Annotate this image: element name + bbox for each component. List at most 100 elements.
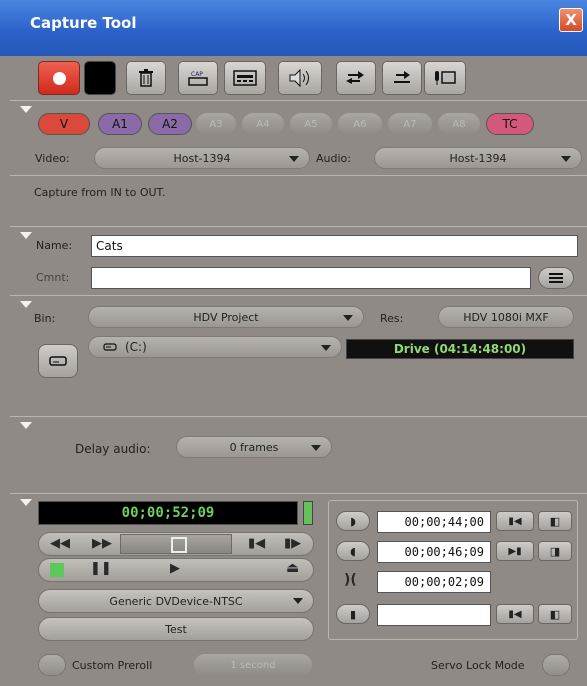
audio-label: Audio: (316, 152, 351, 165)
track-button-a8[interactable]: A8 (438, 113, 480, 135)
delay-audio-dropdown[interactable]: 0 frames (176, 436, 332, 458)
mark-out-button[interactable]: ◖ (336, 541, 370, 561)
delay-audio-label: Delay audio: (75, 442, 151, 456)
audio-mark-button[interactable]: ▮ (336, 604, 370, 624)
delay-audio-value: 0 frames (229, 440, 279, 454)
collapse-triangle-icon[interactable] (20, 499, 32, 506)
track-button-a6[interactable]: A6 (338, 113, 382, 135)
collapse-triangle-icon[interactable] (20, 106, 32, 113)
collapse-triangle-icon[interactable] (20, 301, 32, 308)
trash-button[interactable] (126, 61, 166, 95)
go-to-out-button[interactable]: ▶▮ (496, 541, 534, 561)
comment-menu-button[interactable] (538, 267, 574, 289)
pause-button[interactable]: ❚❚ (90, 561, 112, 576)
name-field[interactable]: Cats (91, 235, 578, 257)
deck-device-dropdown[interactable]: Generic DVDevice-NTSC (38, 589, 314, 613)
disk-icon (103, 343, 117, 351)
go-to-in-button[interactable]: ▮◀ (496, 511, 534, 531)
target-drive-button[interactable] (38, 344, 78, 378)
go-to-out-icon: ▶▮ (508, 545, 522, 557)
deck-panel: 00;00;52;09 ◀◀ ▶▶ ▮◀ ▮▶ ❚❚ ▶ ⏏ Generic D… (10, 493, 587, 686)
step-back-button[interactable]: ▮◀ (248, 536, 265, 551)
collapse-triangle-icon[interactable] (20, 422, 32, 429)
audio-button[interactable] (278, 61, 322, 95)
shuttle-left-icon (346, 71, 364, 84)
mark-in-button[interactable]: ◗ (336, 511, 370, 531)
clear-audio-button[interactable]: ◧ (538, 604, 572, 624)
video-source-value: Host-1394 (173, 151, 231, 165)
clear-out-button[interactable]: ◨ (538, 541, 572, 561)
audio-icon (289, 68, 309, 88)
step-forward-button[interactable]: ▮▶ (284, 536, 301, 551)
deck-button[interactable] (224, 61, 266, 95)
record-indicator-icon[interactable] (50, 563, 64, 577)
disk-icon (49, 356, 67, 366)
comment-field[interactable] (91, 267, 531, 289)
drive-status-text: Drive (04:14:48:00) (393, 342, 527, 356)
play-button[interactable]: ▶ (170, 561, 180, 576)
collapse-triangle-icon[interactable] (20, 232, 32, 239)
track-button-a1[interactable]: A1 (98, 113, 142, 135)
test-label: Test (165, 622, 187, 636)
record-button[interactable] (38, 61, 80, 95)
mark-out-field[interactable]: 00;00;46;09 (377, 541, 491, 563)
stop-button[interactable] (84, 61, 116, 95)
clear-in-button[interactable]: ◧ (538, 511, 572, 531)
level-meter (303, 501, 313, 525)
video-source-dropdown[interactable]: Host-1394 (94, 147, 310, 169)
shuttle-right-icon (394, 71, 410, 83)
test-button[interactable]: Test (38, 617, 314, 641)
track-button-tc[interactable]: TC (486, 113, 534, 135)
audio-mark-field[interactable] (377, 604, 491, 626)
bin-dropdown[interactable]: HDV Project (88, 306, 364, 328)
servo-lock-toggle[interactable] (542, 654, 570, 676)
res-dropdown[interactable]: HDV 1080i MXF (438, 306, 574, 328)
bin-value: HDV Project (193, 310, 259, 324)
drive-dropdown[interactable]: (C:) (88, 336, 342, 358)
clear-out-icon: ◨ (549, 544, 561, 558)
eject-button[interactable]: ⏏ (286, 560, 299, 576)
drive-status: Drive (04:14:48:00) (346, 339, 574, 359)
track-button-a2[interactable]: A2 (148, 113, 192, 135)
shuttle-right-button[interactable] (382, 61, 422, 95)
capture-mode-button[interactable]: CAP (178, 61, 218, 95)
timecode-display: 00;00;52;09 (38, 501, 298, 525)
track-button-a5[interactable]: A5 (290, 113, 332, 135)
track-button-a7[interactable]: A7 (388, 113, 432, 135)
audio-source-value: Host-1394 (449, 151, 507, 165)
preroll-value: 1 second (230, 659, 276, 671)
duration-field[interactable]: 00;00;02;09 (377, 571, 491, 593)
status-message: Capture from IN to OUT. (34, 186, 166, 199)
mark-in-icon: ◗ (350, 514, 356, 528)
preroll-dropdown[interactable]: 1 second (194, 654, 312, 676)
mark-in-field[interactable]: 00;00;44;00 (377, 511, 491, 533)
track-button-a4[interactable]: A4 (242, 113, 284, 135)
deck-device-value: Generic DVDevice-NTSC (109, 594, 243, 608)
rewind-button[interactable]: ◀◀ (50, 536, 70, 551)
timecode-value: 00;00;52;09 (121, 505, 215, 521)
custom-preroll-label: Custom Preroll (72, 659, 153, 672)
bin-panel: Bin: HDV Project Res: HDV 1080i MXF (C:)… (10, 295, 587, 415)
clear-audio-icon: ◧ (549, 607, 561, 621)
shuttle-left-button[interactable] (336, 61, 376, 95)
stop-square-icon (171, 537, 187, 553)
track-button-a3[interactable]: A3 (196, 113, 236, 135)
mic-icon (435, 71, 456, 85)
delay-panel: Delay audio: 0 frames (10, 416, 587, 492)
tracks-panel: V A1 A2 A3 A4 A5 A6 A7 A8 TC Video: Host-1394 Aud… (10, 100, 587, 174)
go-to-in-icon: ▮◀ (508, 515, 522, 527)
close-button[interactable]: X (559, 8, 583, 32)
mic-button[interactable] (424, 61, 466, 95)
fast-forward-button[interactable]: ▶▶ (92, 536, 112, 551)
duration-icon: )( (344, 572, 357, 588)
stop-transport-button[interactable] (120, 534, 232, 554)
title-bar: Capture Tool X (0, 0, 587, 56)
go-to-audio-button[interactable]: ▮◀ (496, 604, 534, 624)
custom-preroll-toggle[interactable] (38, 654, 66, 676)
res-label: Res: (380, 312, 404, 325)
svg-text:CAP: CAP (191, 71, 203, 78)
track-button-v[interactable]: V (38, 113, 90, 135)
clear-in-icon: ◧ (549, 514, 561, 528)
audio-source-dropdown[interactable]: Host-1394 (374, 147, 582, 169)
comment-label: Cmnt: (36, 271, 70, 284)
